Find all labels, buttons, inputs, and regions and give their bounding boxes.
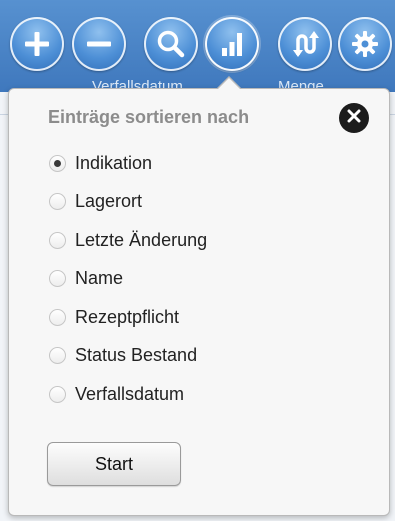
popover-pointer <box>218 78 240 89</box>
gear-icon <box>350 29 380 59</box>
settings-button[interactable] <box>338 17 392 71</box>
sort-option-indikation[interactable]: Indikation <box>49 144 207 183</box>
sort-button[interactable] <box>205 17 259 71</box>
radio-button[interactable] <box>49 231 66 249</box>
option-label: Lagerort <box>75 191 143 212</box>
radio-button[interactable] <box>49 347 66 365</box>
option-label: Status Bestand <box>75 345 198 366</box>
radio-button[interactable] <box>49 270 66 288</box>
close-icon <box>347 109 361 128</box>
remove-button[interactable] <box>72 17 126 71</box>
close-button[interactable] <box>339 103 369 133</box>
radio-button[interactable] <box>49 154 66 172</box>
sort-option-status-bestand[interactable]: Status Bestand <box>49 337 207 376</box>
bar-chart-icon <box>217 29 247 59</box>
sort-option-lagerort[interactable]: Lagerort <box>49 183 207 222</box>
toolbar: Verfallsdatum Menge <box>0 0 395 92</box>
search-button[interactable] <box>144 17 198 71</box>
radio-button[interactable] <box>49 385 66 403</box>
sort-option-name[interactable]: Name <box>49 260 207 299</box>
popover-title: Einträge sortieren nach <box>48 107 250 127</box>
sort-option-rezeptpflicht[interactable]: Rezeptpflicht <box>49 298 207 337</box>
sort-options: Indikation Lagerort Letzte Änderung Name… <box>49 144 207 414</box>
start-button[interactable]: Start <box>47 442 181 486</box>
sync-arrows-icon <box>289 28 321 60</box>
option-label: Verfallsdatum <box>75 383 185 404</box>
option-label: Indikation <box>75 152 153 173</box>
plus-icon <box>22 29 52 59</box>
option-label: Name <box>75 268 124 289</box>
minus-icon <box>84 29 114 59</box>
radio-button[interactable] <box>49 308 66 326</box>
radio-button[interactable] <box>49 193 66 211</box>
sort-option-letzte-aenderung[interactable]: Letzte Änderung <box>49 221 207 260</box>
sort-option-verfallsdatum[interactable]: Verfallsdatum <box>49 375 207 414</box>
sync-button[interactable] <box>278 17 332 71</box>
sort-popover: Einträge sortieren nach Indikation Lager… <box>8 88 390 516</box>
add-button[interactable] <box>10 17 64 71</box>
option-label: Letzte Änderung <box>75 229 208 250</box>
search-icon <box>155 28 187 60</box>
option-label: Rezeptpflicht <box>75 306 180 327</box>
